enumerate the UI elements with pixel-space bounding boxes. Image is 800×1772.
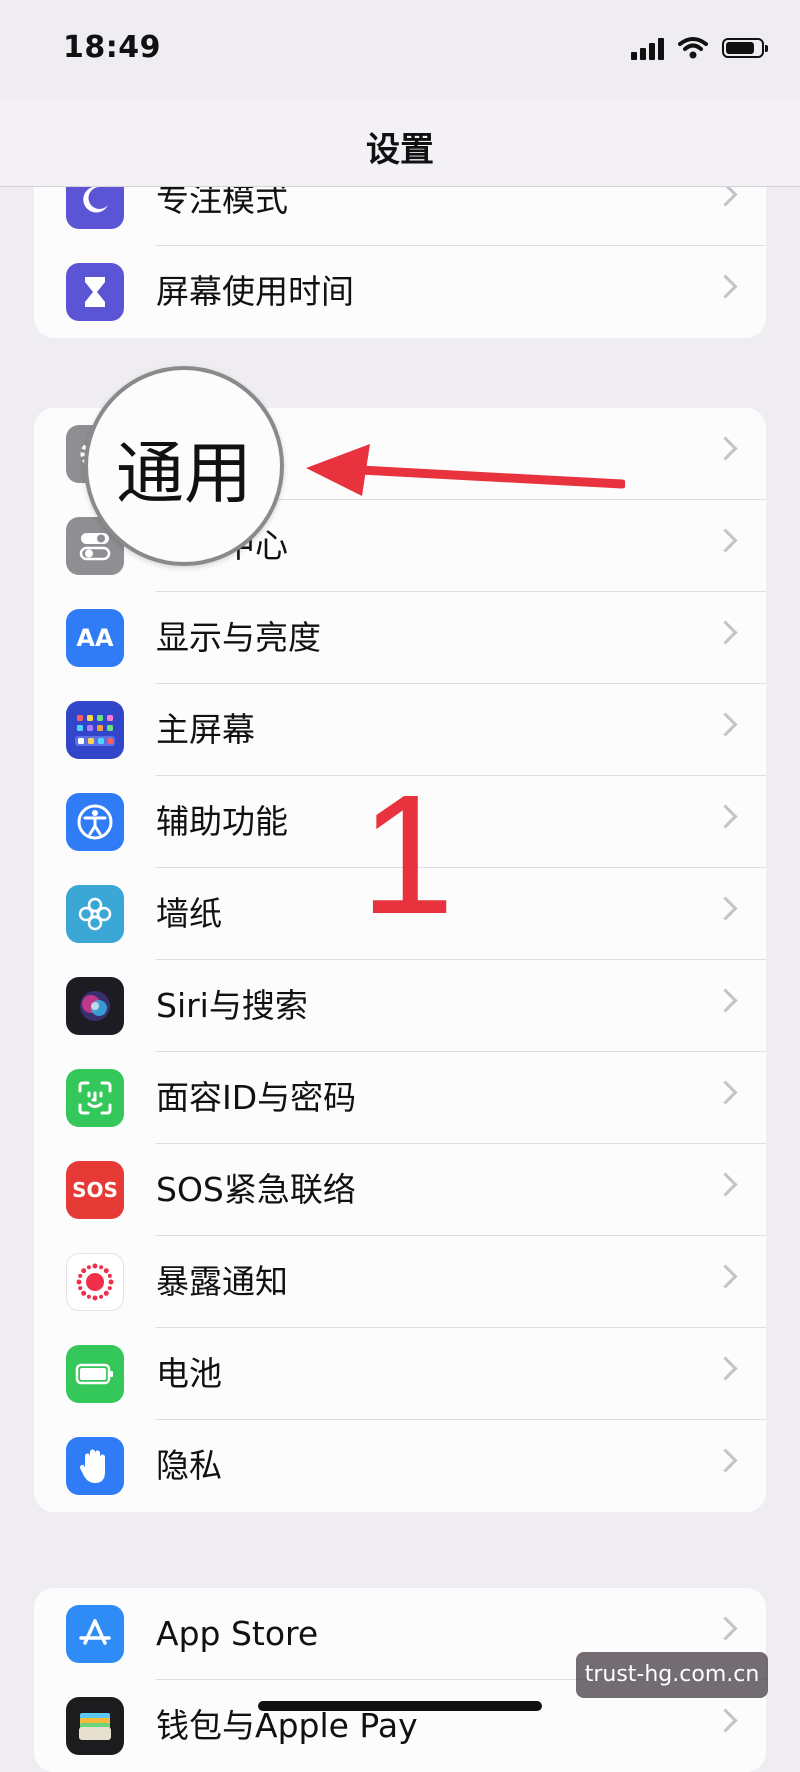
settings-row-screen-time[interactable]: 屏幕使用时间 — [34, 246, 766, 338]
row-label: 面容ID与密码 — [156, 1078, 357, 1117]
settings-row-face-id[interactable]: 面容ID与密码 — [34, 1052, 766, 1144]
settings-row-battery[interactable]: 电池 — [34, 1328, 766, 1420]
settings-row-exposure[interactable]: 暴露通知 — [34, 1236, 766, 1328]
row-label: 屏幕使用时间 — [156, 272, 354, 311]
status-icons — [631, 36, 768, 60]
row-label: 钱包与Apple Pay — [156, 1706, 418, 1745]
hand-icon — [66, 1437, 124, 1495]
magnifier-text: 通用 — [115, 435, 252, 514]
home-indicator[interactable] — [258, 1701, 542, 1711]
watermark: trust-hg.com.cn — [576, 1652, 768, 1698]
status-time: 18:49 — [63, 30, 161, 65]
row-label: 暴露通知 — [156, 1262, 288, 1301]
magnifier-annotation: 通用 — [84, 366, 284, 566]
flower-icon — [66, 885, 124, 943]
row-label: 辅助功能 — [156, 802, 288, 841]
exposure-icon — [66, 1253, 124, 1311]
chevron-right-icon — [713, 804, 738, 829]
face-id-icon — [66, 1069, 124, 1127]
hourglass-icon — [66, 263, 124, 321]
accessibility-icon — [66, 793, 124, 851]
row-label: App Store — [156, 1614, 319, 1653]
signal-icon — [631, 36, 664, 60]
home-grid-icon — [66, 701, 124, 759]
wallet-icon — [66, 1697, 124, 1755]
status-bar: 18:49 — [0, 0, 800, 100]
app-store-icon — [66, 1605, 124, 1663]
row-label: 墙纸 — [156, 894, 222, 933]
chevron-right-icon — [713, 896, 738, 921]
chevron-right-icon — [713, 988, 738, 1013]
siri-icon — [66, 977, 124, 1035]
chevron-right-icon — [713, 528, 738, 553]
chevron-right-icon — [713, 1264, 738, 1289]
sos-icon: SOS — [66, 1161, 124, 1219]
chevron-right-icon — [713, 1172, 738, 1197]
chevron-right-icon — [713, 712, 738, 737]
row-label: 显示与亮度 — [156, 618, 321, 657]
row-label: Siri与搜索 — [156, 986, 308, 1025]
row-label: 隐私 — [156, 1446, 222, 1485]
aa-icon: AA — [66, 609, 124, 667]
chevron-right-icon — [713, 1356, 738, 1381]
step-number-annotation: 1 — [360, 760, 455, 950]
red-arrow-annotation — [306, 444, 625, 496]
chevron-right-icon — [713, 620, 738, 645]
battery-icon — [722, 38, 768, 58]
row-label: SOS紧急联络 — [156, 1170, 356, 1209]
settings-row-privacy[interactable]: 隐私 — [34, 1420, 766, 1512]
settings-row-siri[interactable]: Siri与搜索 — [34, 960, 766, 1052]
chevron-right-icon — [713, 436, 738, 461]
chevron-right-icon — [713, 1616, 738, 1641]
row-label: 主屏幕 — [156, 710, 255, 749]
page-title: 设置 — [366, 130, 434, 170]
wifi-icon — [678, 37, 708, 59]
row-label: 电池 — [156, 1354, 222, 1393]
settings-group-general: 通用 控制中心 AA 显示与亮度 主屏幕 — [34, 408, 766, 1512]
battery-green-icon — [66, 1345, 124, 1403]
settings-row-display[interactable]: AA 显示与亮度 — [34, 592, 766, 684]
nav-bar: 设置 — [0, 100, 800, 187]
chevron-right-icon — [713, 1080, 738, 1105]
chevron-right-icon — [713, 1448, 738, 1473]
chevron-right-icon — [713, 274, 738, 299]
chevron-right-icon — [713, 1708, 738, 1733]
settings-row-sos[interactable]: SOS SOS紧急联络 — [34, 1144, 766, 1236]
